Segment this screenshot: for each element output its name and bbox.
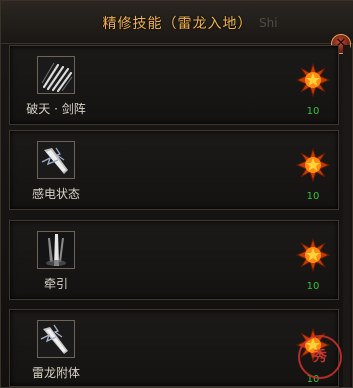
upgrade-star-icon[interactable] <box>295 62 331 98</box>
panel-title: 精修技能（雷龙入地） <box>102 16 253 32</box>
skill-name: 牵引 <box>43 277 68 291</box>
skill-name: 破天 · 剑阵 <box>26 102 86 116</box>
traction-icon[interactable] <box>37 231 75 269</box>
watermark-stamp: 秀 <box>298 335 342 379</box>
sword-array-icon[interactable] <box>37 56 75 94</box>
skill-level: 10 <box>306 106 320 117</box>
background-text: Shi <box>259 16 278 30</box>
skill-row: 破天 · 剑阵 10 <box>9 45 339 125</box>
upgrade-star-icon[interactable] <box>295 237 331 273</box>
skill-row: 感电状态 10 <box>9 130 339 210</box>
skill-row: 牵引 10 <box>9 220 339 300</box>
skill-row: 雷龙附体 10 <box>9 309 339 387</box>
scrollbar[interactable] <box>343 45 350 387</box>
skill-panel: 精修技能（雷龙入地） Shi ✕ 破天 · 剑阵 10 感电状态 10 牵引 1… <box>0 0 353 388</box>
title-bar: 精修技能（雷龙入地） Shi <box>1 1 353 44</box>
upgrade-star-icon[interactable] <box>295 147 331 183</box>
skill-name: 感电状态 <box>31 187 80 201</box>
electric-state-icon[interactable] <box>37 141 75 179</box>
skill-level: 10 <box>306 191 320 202</box>
thunder-dragon-icon[interactable] <box>37 320 75 358</box>
skill-name: 雷龙附体 <box>31 366 80 380</box>
skill-level: 10 <box>306 281 320 292</box>
